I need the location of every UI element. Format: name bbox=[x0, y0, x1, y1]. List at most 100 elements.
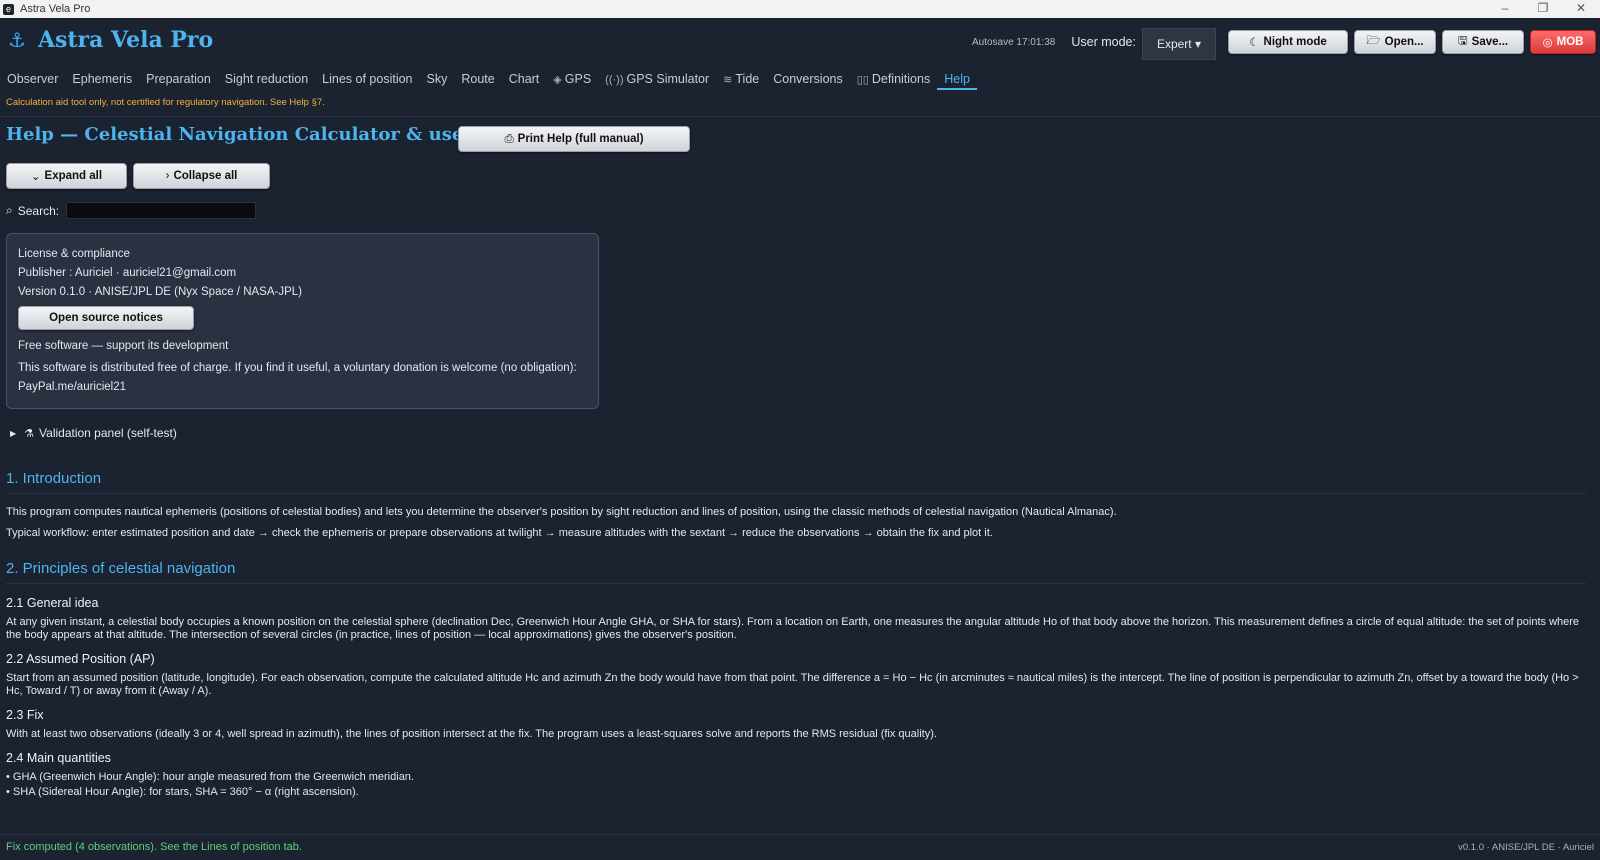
mob-button[interactable]: ◎ MOB bbox=[1530, 30, 1596, 54]
tab-ephemeris[interactable]: Ephemeris bbox=[65, 68, 139, 90]
mob-label: MOB bbox=[1556, 36, 1584, 48]
flask-icon: ⚗ bbox=[24, 427, 35, 440]
open-label: Open... bbox=[1384, 36, 1424, 48]
intro-paragraph: This program computes nautical ephemeris… bbox=[6, 506, 1117, 518]
collapse-all-button[interactable]: › Collapse all bbox=[133, 163, 270, 189]
publisher-info: Publisher : Auriciel · auriciel21@gmail.… bbox=[18, 267, 237, 279]
tab-gps[interactable]: ◈ GPS bbox=[546, 68, 598, 90]
help-content: 1. Introduction This program computes na… bbox=[6, 470, 1586, 807]
book-icon: ▯▯ bbox=[856, 74, 869, 86]
page-title: Help — Celestial Navigation Calculator &… bbox=[6, 124, 536, 145]
general-idea-text: At any given instant, a celestial body o… bbox=[6, 616, 1580, 641]
night-mode-button[interactable]: ☾ Night mode bbox=[1228, 30, 1348, 54]
regulatory-warning: Calculation aid tool only, not certified… bbox=[6, 97, 325, 108]
tab-sky[interactable]: Sky bbox=[420, 68, 455, 90]
header-actions: Autosave 17:01:38 User mode: Expert ▾ ☾ … bbox=[971, 27, 1596, 60]
search-input[interactable] bbox=[66, 202, 257, 219]
paypal-link[interactable]: PayPal.me/auriciel21 bbox=[18, 378, 587, 397]
tab-label: GPS Simulator bbox=[626, 72, 710, 86]
quantity-item: • SHA (Sidereal Hour Angle): for stars, … bbox=[6, 786, 359, 798]
minimize-icon[interactable]: – bbox=[1486, 0, 1524, 18]
app-header: ⚓ Astra Vela Pro Autosave 17:01:38 User … bbox=[0, 18, 1600, 64]
save-button[interactable]: 🖫 Save... bbox=[1442, 30, 1524, 54]
tab-gps-simulator[interactable]: ((·)) GPS Simulator bbox=[598, 68, 716, 90]
restore-icon[interactable]: ❐ bbox=[1524, 0, 1562, 18]
broadcast-icon: ((·)) bbox=[605, 74, 624, 86]
tab-label: Chart bbox=[508, 72, 540, 86]
validation-label: Validation panel (self-test) bbox=[39, 426, 177, 440]
tab-label: Sky bbox=[426, 72, 448, 86]
satellite-icon: ◈ bbox=[553, 74, 562, 86]
user-mode-label: User mode: bbox=[1071, 35, 1136, 49]
tab-label: Preparation bbox=[146, 72, 211, 86]
tab-label: Ephemeris bbox=[72, 72, 133, 86]
folder-icon: 🗁 bbox=[1366, 34, 1381, 47]
quantity-item: • GHA (Greenwich Hour Angle): hour angle… bbox=[6, 771, 414, 783]
print-help-button[interactable]: ⎙ Print Help (full manual) bbox=[458, 126, 690, 152]
window-title: Astra Vela Pro bbox=[20, 3, 91, 15]
save-label: Save... bbox=[1471, 36, 1509, 48]
license-panel: License & compliance Publisher : Auricie… bbox=[6, 233, 599, 409]
open-button[interactable]: 🗁 Open... bbox=[1354, 30, 1436, 54]
expand-triangle-icon: ▶ bbox=[10, 428, 17, 438]
tab-label: Definitions bbox=[871, 72, 931, 86]
tab-preparation[interactable]: Preparation bbox=[139, 68, 218, 90]
moon-icon: ☾ bbox=[1249, 37, 1260, 49]
status-message: Fix computed (4 observations). See the L… bbox=[6, 841, 302, 853]
tab-help[interactable]: Help bbox=[937, 68, 977, 90]
collapse-all-label: Collapse all bbox=[173, 170, 238, 182]
tab-definitions[interactable]: ▯▯ Definitions bbox=[850, 68, 937, 90]
subsection-assumed-position: 2.2 Assumed Position (AP) bbox=[6, 652, 155, 666]
chevron-down-icon: ⌄ bbox=[30, 171, 41, 183]
tab-conversions[interactable]: Conversions bbox=[766, 68, 849, 90]
header-divider bbox=[0, 116, 1600, 117]
app-name: Astra Vela Pro bbox=[37, 27, 214, 53]
tab-label: GPS bbox=[564, 72, 592, 86]
tab-label: Tide bbox=[735, 72, 760, 86]
subsection-general-idea: 2.1 General idea bbox=[6, 596, 99, 610]
window-controls: – ❐ ✕ bbox=[1486, 0, 1600, 18]
print-help-label: Print Help (full manual) bbox=[517, 133, 644, 145]
window-titlebar: e Astra Vela Pro – ❐ ✕ bbox=[0, 0, 1600, 18]
validation-panel-toggle[interactable]: ▶ ⚗ Validation panel (self-test) bbox=[10, 426, 177, 440]
night-mode-label: Night mode bbox=[1263, 36, 1327, 48]
autosave-status: Autosave 17:01:38 bbox=[971, 36, 1056, 48]
free-software-title: Free software — support its development bbox=[18, 340, 229, 352]
tab-lines-of-position[interactable]: Lines of position bbox=[315, 68, 419, 90]
tab-sight-reduction[interactable]: Sight reduction bbox=[218, 68, 315, 90]
assumed-position-text: Start from an assumed position (latitude… bbox=[6, 672, 1579, 697]
section-introduction-title: 1. Introduction bbox=[6, 470, 1586, 494]
open-source-notices-button[interactable]: Open source notices bbox=[18, 306, 194, 330]
save-icon: 🖫 bbox=[1457, 34, 1468, 47]
close-icon[interactable]: ✕ bbox=[1562, 0, 1600, 18]
subsection-fix: 2.3 Fix bbox=[6, 708, 44, 722]
license-title: License & compliance bbox=[18, 248, 130, 260]
brand: ⚓ Astra Vela Pro bbox=[8, 27, 213, 53]
app-window-icon: e bbox=[3, 3, 14, 15]
tab-label: Help bbox=[944, 72, 970, 86]
main-tabs: Observer Ephemeris Preparation Sight red… bbox=[0, 68, 977, 90]
donation-text: This software is distributed free of cha… bbox=[18, 362, 577, 374]
chevron-right-icon: › bbox=[165, 170, 170, 182]
user-mode-select[interactable]: Expert ▾ bbox=[1141, 28, 1216, 60]
status-bar: Fix computed (4 observations). See the L… bbox=[0, 834, 1600, 860]
tab-observer[interactable]: Observer bbox=[0, 68, 65, 90]
tab-label: Lines of position bbox=[322, 72, 413, 86]
search-icon: ⌕ bbox=[6, 203, 13, 217]
tab-route[interactable]: Route bbox=[454, 68, 501, 90]
expand-all-label: Expand all bbox=[44, 170, 103, 182]
search-row: ⌕ Search: bbox=[6, 202, 257, 219]
section-principles-title: 2. Principles of celestial navigation bbox=[6, 560, 1586, 584]
printer-icon: ⎙ bbox=[504, 132, 514, 145]
waves-icon: ≋ bbox=[723, 74, 733, 86]
version-footer: v0.1.0 · ANISE/JPL DE · Auriciel bbox=[1458, 842, 1594, 853]
intro-workflow: Typical workflow: enter estimated positi… bbox=[6, 527, 993, 539]
fix-text: With at least two observations (ideally … bbox=[6, 728, 937, 740]
tab-label: Observer bbox=[7, 72, 59, 86]
tab-chart[interactable]: Chart bbox=[502, 68, 547, 90]
subsection-main-quantities: 2.4 Main quantities bbox=[6, 751, 111, 765]
expand-all-button[interactable]: ⌄ Expand all bbox=[6, 163, 127, 189]
tab-tide[interactable]: ≋ Tide bbox=[716, 68, 766, 90]
target-icon: ◎ bbox=[1542, 37, 1553, 49]
version-info: Version 0.1.0 · ANISE/JPL DE (Nyx Space … bbox=[18, 286, 302, 298]
